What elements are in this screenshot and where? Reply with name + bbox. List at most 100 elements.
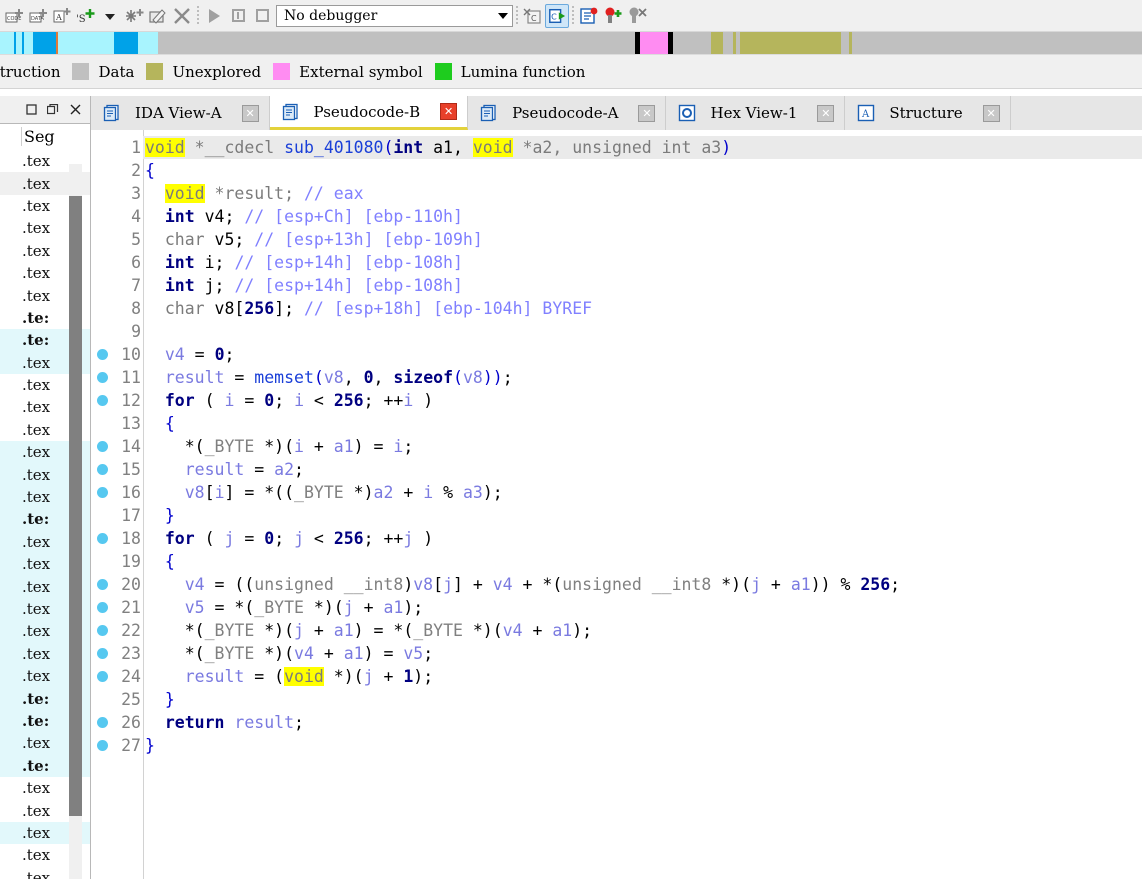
tab-close-icon[interactable]: ✕ (440, 103, 458, 120)
code-text[interactable]: for ( i = 0; i < 256; ++i ) (143, 389, 1142, 412)
code-line[interactable]: 21 v5 = *(_BYTE *)(j + a1); (91, 596, 1142, 619)
code-text[interactable]: *(_BYTE *)(v4 + a1) = v5; (143, 642, 1142, 665)
pseudocode-lines[interactable]: 1 void *__cdecl sub_401080(int a1, void *… (91, 130, 1142, 879)
maximize-icon[interactable] (20, 100, 42, 120)
code-line[interactable]: 16 v8[i] = *((_BYTE *)a2 + i % a3); (91, 481, 1142, 504)
breakpoint-marker-icon[interactable] (91, 366, 113, 389)
code-line[interactable]: 3 void *result; // eax (91, 182, 1142, 205)
code-line[interactable]: 14 *(_BYTE *)(i + a1) = i; (91, 435, 1142, 458)
pseudocode-view[interactable]: 1 void *__cdecl sub_401080(int a1, void *… (91, 130, 1142, 879)
code-line[interactable]: 15 result = a2; (91, 458, 1142, 481)
code-line[interactable]: 23 *(_BYTE *)(v4 + a1) = v5; (91, 642, 1142, 665)
debugger-selector[interactable]: No debugger (276, 4, 513, 27)
segments-column-header[interactable]: Seg (0, 124, 90, 150)
navigator-segment[interactable] (158, 32, 635, 54)
segments-list[interactable]: .tex .tex .tex .tex .tex .tex .tex .te: .te: .tex… (0, 150, 90, 879)
tab-close-icon[interactable]: ✕ (982, 104, 1000, 122)
breakpoint-marker-icon[interactable] (91, 343, 113, 366)
breakpoint-marker-icon[interactable] (91, 665, 113, 688)
code-line[interactable]: 26 return result; (91, 711, 1142, 734)
code-text[interactable]: { (143, 159, 1142, 182)
tab-close-icon[interactable]: ✕ (817, 104, 835, 122)
breakpoint-marker-icon[interactable] (91, 481, 113, 504)
code-line[interactable]: 17 } (91, 504, 1142, 527)
breakpoint-marker-icon[interactable] (91, 573, 113, 596)
navigator-segment[interactable] (24, 32, 33, 54)
code-line[interactable]: 13 { (91, 412, 1142, 435)
make-unexplored-icon[interactable] (122, 4, 146, 28)
code-line[interactable]: 8 char v8[256]; // [esp+18h] [ebp-104h] … (91, 297, 1142, 320)
make-data-icon[interactable]: DATA (26, 4, 50, 28)
code-text[interactable]: v5 = *(_BYTE *)(j + a1); (143, 596, 1142, 619)
navigator-segment[interactable] (640, 32, 668, 54)
navigator-segment[interactable] (852, 32, 1142, 54)
code-line[interactable]: 1 void *__cdecl sub_401080(int a1, void *… (91, 136, 1142, 159)
code-text[interactable]: int v4; // [esp+Ch] [ebp-110h] (143, 205, 1142, 228)
code-text[interactable]: return result; (143, 711, 1142, 734)
navigator-segment[interactable] (114, 32, 138, 54)
add-breakpoint-icon[interactable] (601, 4, 625, 28)
code-text[interactable]: { (143, 550, 1142, 573)
breakpoint-marker-icon[interactable] (91, 458, 113, 481)
navigator-segment[interactable] (740, 32, 841, 54)
navigator-segment[interactable] (138, 32, 158, 54)
code-text[interactable]: result = (void *)(j + 1); (143, 665, 1142, 688)
code-line[interactable]: 11 result = memset(v8, 0, sizeof(v8)); (91, 366, 1142, 389)
restore-icon[interactable] (42, 100, 64, 120)
delete-breakpoint-icon[interactable] (625, 4, 649, 28)
code-line[interactable]: 12 for ( i = 0; i < 256; ++i ) (91, 389, 1142, 412)
code-text[interactable]: char v5; // [esp+13h] [ebp-109h] (143, 228, 1142, 251)
breakpoint-marker-icon[interactable] (91, 711, 113, 734)
breakpoint-gutter[interactable] (91, 504, 113, 527)
breakpoint-marker-icon[interactable] (91, 527, 113, 550)
code-text[interactable]: { (143, 412, 1142, 435)
breakpoint-gutter[interactable] (91, 688, 113, 711)
navigator-segment[interactable] (841, 32, 849, 54)
tab-close-icon[interactable]: ✕ (241, 104, 259, 122)
code-line[interactable]: 20 v4 = ((unsigned __int8)v8[j] + v4 + *… (91, 573, 1142, 596)
navigator-band[interactable] (0, 32, 1142, 55)
code-text[interactable]: *(_BYTE *)(i + a1) = i; (143, 435, 1142, 458)
code-text[interactable]: int j; // [esp+14h] [ebp-108h] (143, 274, 1142, 297)
breakpoint-list-icon[interactable] (577, 4, 601, 28)
segments-scrollbar[interactable] (69, 164, 82, 879)
segments-scrollbar-thumb[interactable] (69, 196, 82, 816)
breakpoint-marker-icon[interactable] (91, 642, 113, 665)
code-line[interactable]: 10 v4 = 0; (91, 343, 1142, 366)
step-over-source-icon[interactable]: C (521, 4, 545, 28)
code-text[interactable]: result = memset(v8, 0, sizeof(v8)); (143, 366, 1142, 389)
code-text[interactable]: v8[i] = *((_BYTE *)a2 + i % a3); (143, 481, 1142, 504)
code-line[interactable]: 4 int v4; // [esp+Ch] [ebp-110h] (91, 205, 1142, 228)
navigator-segment[interactable] (673, 32, 711, 54)
code-line[interactable]: 27} (91, 734, 1142, 757)
navigator-segment[interactable] (33, 32, 56, 54)
code-text[interactable]: int i; // [esp+14h] [ebp-108h] (143, 251, 1142, 274)
code-line[interactable]: 6 int i; // [esp+14h] [ebp-108h] (91, 251, 1142, 274)
breakpoint-gutter[interactable] (91, 412, 113, 435)
tab-hex-view-1[interactable]: Hex View-1 ✕ (666, 96, 846, 130)
close-icon[interactable] (64, 100, 86, 120)
code-line[interactable]: 2{ (91, 159, 1142, 182)
breakpoint-gutter[interactable] (91, 182, 113, 205)
breakpoint-gutter[interactable] (91, 136, 113, 159)
code-text[interactable]: } (143, 504, 1142, 527)
breakpoint-marker-icon[interactable] (91, 596, 113, 619)
tab-pseudocode-a[interactable]: Pseudocode-A ✕ (468, 96, 667, 130)
navigator-segment[interactable] (0, 32, 14, 54)
code-line[interactable]: 18 for ( j = 0; j < 256; ++j ) (91, 527, 1142, 550)
code-text[interactable]: for ( j = 0; j < 256; ++j ) (143, 527, 1142, 550)
code-text[interactable]: } (143, 734, 1142, 757)
dropdown-arrow-icon[interactable] (98, 4, 122, 28)
breakpoint-gutter[interactable] (91, 159, 113, 182)
code-line[interactable]: 22 *(_BYTE *)(j + a1) = *(_BYTE *)(v4 + … (91, 619, 1142, 642)
code-line[interactable]: 19 { (91, 550, 1142, 573)
code-text[interactable]: result = a2; (143, 458, 1142, 481)
breakpoint-marker-icon[interactable] (91, 619, 113, 642)
make-code-icon[interactable]: CODE (2, 4, 26, 28)
tab-close-icon[interactable]: ✕ (638, 104, 656, 122)
code-line[interactable]: 25 } (91, 688, 1142, 711)
stop-icon[interactable] (250, 4, 274, 28)
code-text[interactable]: void *result; // eax (143, 182, 1142, 205)
pause-icon[interactable] (226, 4, 250, 28)
breakpoint-gutter[interactable] (91, 228, 113, 251)
